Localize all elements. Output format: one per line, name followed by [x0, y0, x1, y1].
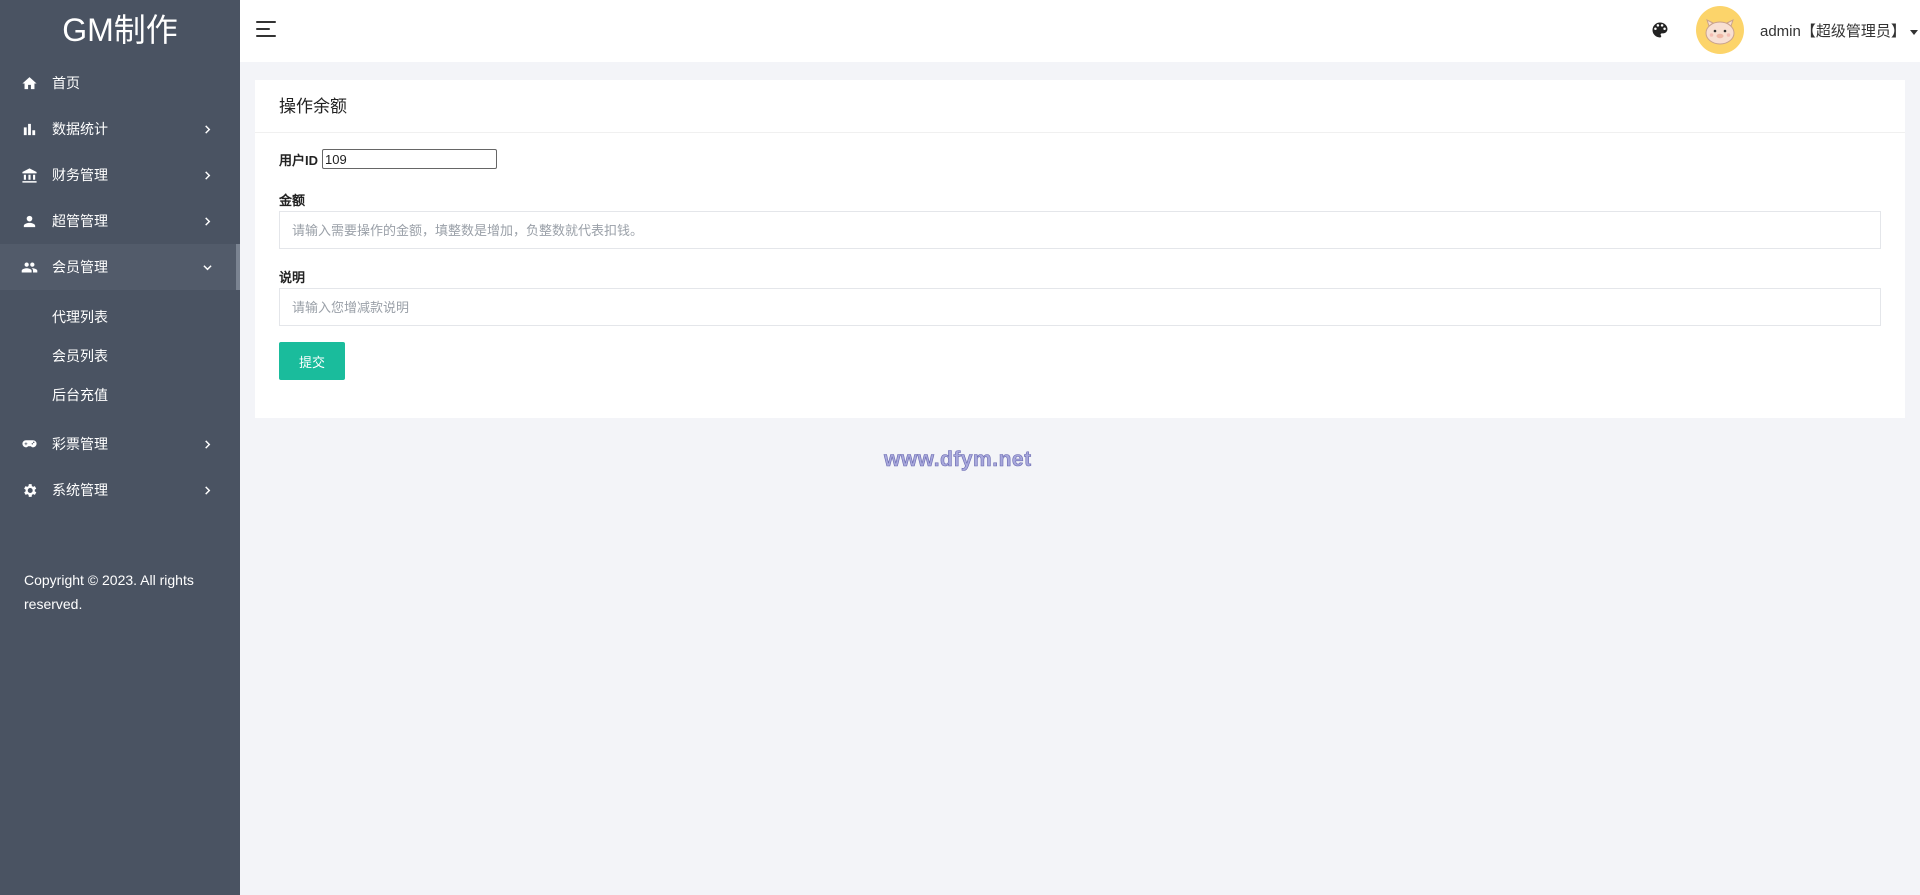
- description-input[interactable]: [279, 288, 1881, 326]
- user-id-input[interactable]: [322, 149, 498, 169]
- sidebar-item-finance[interactable]: 财务管理: [0, 152, 240, 198]
- sidebar-item-home[interactable]: 首页: [0, 60, 240, 106]
- top-header: admin【超级管理员】: [240, 0, 1920, 62]
- sidebar-item-label: 会员管理: [52, 259, 108, 275]
- sidebar-item-statistics[interactable]: 数据统计: [0, 106, 240, 152]
- sidebar-nav: 首页 数据统计 财务管理 超管管理 会员管理 代理列表 会员列表 后台充值 彩票…: [0, 60, 240, 513]
- description-label: 说明: [279, 270, 306, 285]
- sidebar-item-label: 财务管理: [52, 167, 108, 183]
- chevron-right-icon: [202, 439, 212, 449]
- submenu-item-backend-recharge[interactable]: 后台充值: [0, 376, 240, 415]
- copyright-text: Copyright © 2023. All rights reserved.: [24, 572, 194, 612]
- sidebar-item-system[interactable]: 系统管理: [0, 467, 240, 513]
- chevron-down-icon: [202, 262, 212, 272]
- home-icon: [20, 74, 38, 92]
- gear-icon: [20, 481, 38, 499]
- chevron-right-icon: [202, 485, 212, 495]
- members-submenu: 代理列表 会员列表 后台充值: [0, 290, 240, 421]
- bar-chart-icon: [20, 120, 38, 138]
- balance-card: 操作余额 用户ID 金额 说明 提交: [255, 80, 1905, 418]
- person-icon: [20, 212, 38, 230]
- gamepad-icon: [20, 435, 38, 453]
- bank-icon: [20, 166, 38, 184]
- submit-button[interactable]: 提交: [279, 342, 345, 380]
- watermark-text: www.dfym.net: [884, 448, 1032, 472]
- sidebar-item-label: 首页: [52, 75, 80, 91]
- chevron-right-icon: [202, 170, 212, 180]
- palette-icon[interactable]: [1650, 20, 1670, 40]
- brand-logo[interactable]: GM制作: [0, 0, 240, 60]
- avatar[interactable]: [1696, 6, 1744, 54]
- user-name-label: admin【超级管理员】: [1760, 23, 1906, 40]
- user-menu[interactable]: admin【超级管理员】: [1760, 20, 1918, 41]
- page-title: 操作余额: [255, 80, 1905, 133]
- amount-input[interactable]: [279, 211, 1881, 249]
- chevron-right-icon: [202, 216, 212, 226]
- sidebar-item-label: 数据统计: [52, 121, 108, 137]
- menu-toggle-icon[interactable]: [256, 20, 278, 38]
- amount-label: 金额: [279, 193, 306, 208]
- submenu-item-agent-list[interactable]: 代理列表: [0, 298, 240, 337]
- user-id-label: 用户ID: [279, 152, 319, 168]
- submenu-item-member-list[interactable]: 会员列表: [0, 337, 240, 376]
- user-id-row: 用户ID: [279, 149, 498, 169]
- sidebar-item-label: 超管管理: [52, 213, 108, 229]
- sidebar: GM制作 首页 数据统计 财务管理 超管管理 会员管理 代理列表 会员列表 后台…: [0, 0, 240, 895]
- sidebar-item-label: 系统管理: [52, 482, 108, 498]
- sidebar-item-members[interactable]: 会员管理: [0, 244, 240, 290]
- caret-down-icon: [1909, 29, 1918, 35]
- people-icon: [20, 258, 38, 276]
- sidebar-item-super-admin[interactable]: 超管管理: [0, 198, 240, 244]
- sidebar-item-label: 彩票管理: [52, 436, 108, 452]
- sidebar-item-lottery[interactable]: 彩票管理: [0, 421, 240, 467]
- chevron-right-icon: [202, 124, 212, 134]
